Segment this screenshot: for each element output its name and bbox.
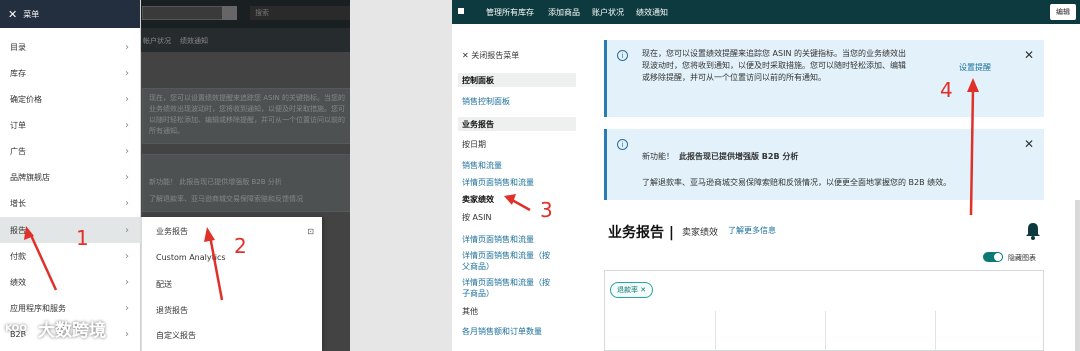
watermark-text: 大数跨境 bbox=[38, 321, 106, 341]
annotation-number-4: 4 bbox=[940, 78, 953, 102]
annotation-arrow-1 bbox=[28, 232, 58, 291]
annotation-number-3: 3 bbox=[540, 198, 553, 222]
right-screenshot-panel: 管理所有库存 添加商品 账户状况 绩效通知 编辑 ✕ 关闭报告菜单 控制面板 销… bbox=[452, 0, 1080, 351]
watermark: KOO 大数跨境 bbox=[0, 316, 106, 341]
annotation-number-1: 1 bbox=[76, 226, 89, 250]
watermark-logo: KOO bbox=[0, 317, 32, 340]
annotation-arrow-4 bbox=[969, 87, 975, 216]
arrow-head-icon bbox=[204, 227, 215, 242]
annotation-arrow-3 bbox=[511, 198, 531, 212]
arrow-head-icon bbox=[504, 194, 516, 205]
annotation-arrows-left bbox=[24, 226, 224, 301]
annotation-arrows-right bbox=[504, 78, 979, 216]
arrow-head-icon bbox=[967, 78, 979, 92]
annotation-number-2: 2 bbox=[234, 234, 247, 258]
left-screenshot-panel: 搜索 帐户状况 绩效通知 现在，您可以设置绩效提醒来追踪您 ASIN 的关键指标… bbox=[0, 0, 350, 351]
annotation-arrow-2 bbox=[208, 235, 224, 301]
